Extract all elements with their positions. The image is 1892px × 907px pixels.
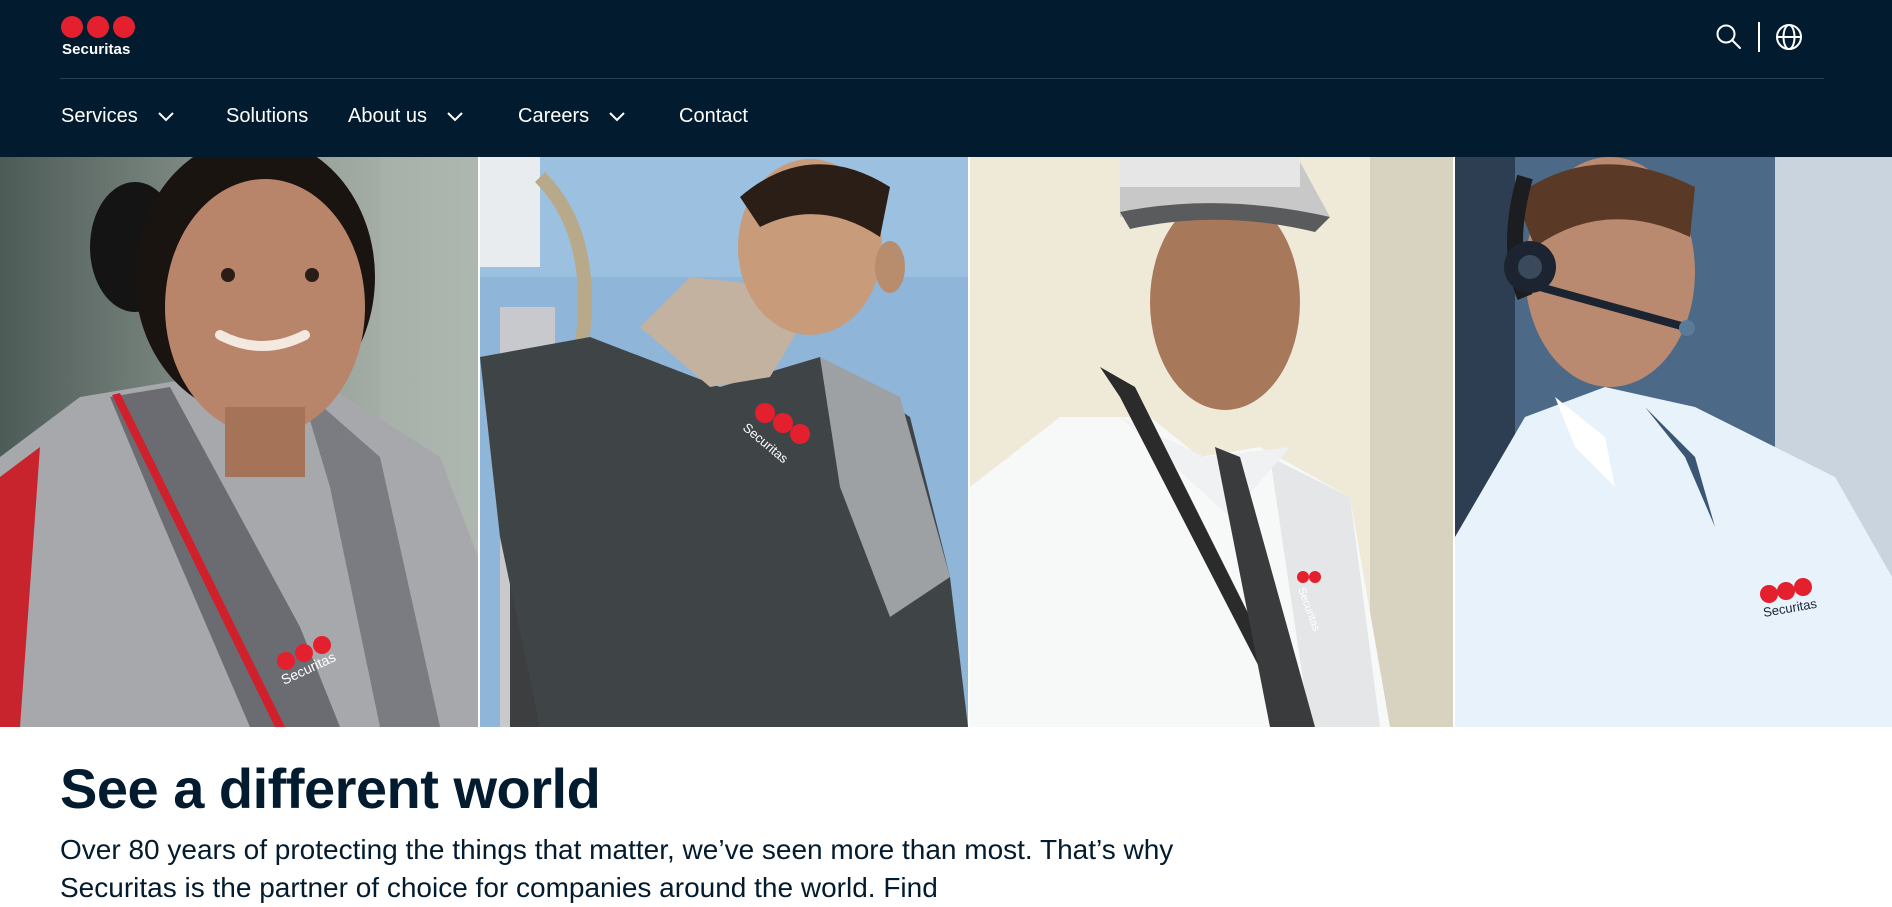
- site-header: Securitas Services Solutions About us Ca…: [0, 0, 1892, 157]
- nav-item-services[interactable]: Services: [61, 98, 176, 134]
- nav-item-label: Services: [61, 104, 138, 127]
- language-button[interactable]: [1772, 20, 1806, 54]
- hero-image-strip: Securitas Securitas Securitas Securitas: [0, 157, 1892, 727]
- chevron-down-icon: [157, 112, 174, 122]
- header-tools: [1712, 20, 1812, 54]
- header-divider: [60, 78, 1824, 79]
- chevron-down-icon: [447, 112, 463, 122]
- nav-item-careers[interactable]: Careers: [518, 98, 627, 134]
- hero-photo-operator-headset: Securitas: [1455, 157, 1892, 727]
- hero-photo-technician: Securitas: [480, 157, 968, 727]
- globe-icon: [1776, 24, 1802, 50]
- securitas-logo[interactable]: Securitas: [60, 16, 142, 58]
- page-headline: See a different world: [60, 757, 601, 820]
- chevron-down-icon: [609, 112, 625, 122]
- intro-paragraph: Over 80 years of protecting the things t…: [60, 834, 1174, 903]
- nav-item-label: Solutions: [226, 104, 309, 127]
- logo-wordmark: Securitas: [62, 41, 131, 58]
- hero-photo-guard-sash: Securitas: [0, 157, 478, 727]
- nav-item-label: About us: [348, 104, 427, 127]
- nav-item-about-us[interactable]: About us: [348, 98, 465, 134]
- nav-item-solutions[interactable]: Solutions: [226, 98, 308, 134]
- search-icon: [1716, 24, 1741, 49]
- hero-photo-guard-cap: Securitas: [970, 157, 1453, 727]
- nav-item-label: Contact: [679, 104, 748, 127]
- nav-item-label: Careers: [518, 104, 590, 127]
- tools-divider: [1758, 22, 1760, 52]
- nav-item-contact[interactable]: Contact: [679, 98, 748, 134]
- search-button[interactable]: [1712, 20, 1746, 54]
